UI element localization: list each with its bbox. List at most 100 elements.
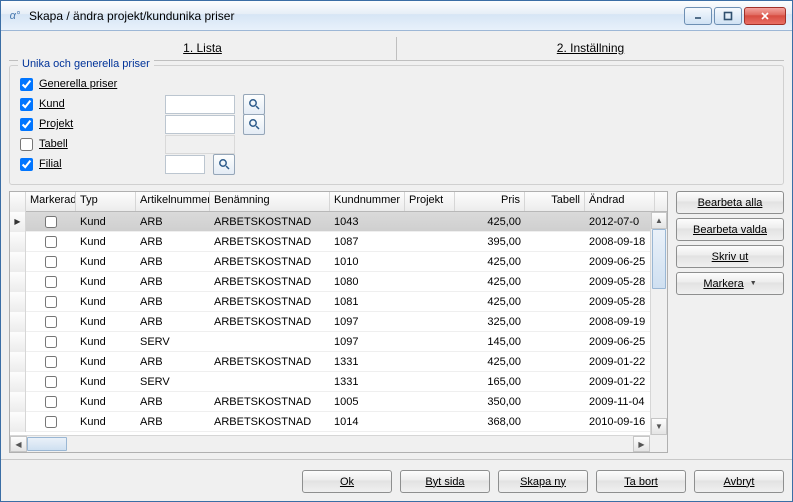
input-tabell <box>165 135 235 154</box>
row-checkbox[interactable] <box>45 316 57 328</box>
row-checkbox[interactable] <box>45 276 57 288</box>
input-kund[interactable] <box>165 95 235 114</box>
btn-ok[interactable]: Ok <box>302 470 392 493</box>
close-button[interactable] <box>744 7 786 25</box>
cell-benamning: ARBETSKOSTNAD <box>210 296 330 308</box>
row-checkbox[interactable] <box>45 216 57 228</box>
btn-ta-bort[interactable]: Ta bort <box>596 470 686 493</box>
hscroll-thumb[interactable] <box>27 437 67 451</box>
input-projekt[interactable] <box>165 115 235 134</box>
scroll-up-button[interactable]: ▲ <box>651 212 667 229</box>
row-checkbox[interactable] <box>45 356 57 368</box>
row-header[interactable] <box>10 232 26 252</box>
cell-typ: Kund <box>76 336 136 348</box>
col-typ[interactable]: Typ <box>76 192 136 211</box>
chk-generella[interactable] <box>20 78 33 91</box>
row-header[interactable] <box>10 412 26 432</box>
window-title: Skapa / ändra projekt/kundunika priser <box>29 9 684 23</box>
cell-markerad <box>26 396 76 408</box>
grid-header: Markerad Typ Artikelnummer Benämning Kun… <box>10 192 667 212</box>
lbl-tabell: Tabell <box>39 138 159 150</box>
row-header[interactable] <box>10 392 26 412</box>
cell-typ: Kund <box>76 316 136 328</box>
cell-kundnr: 1010 <box>330 256 405 268</box>
chk-filial[interactable] <box>20 158 33 171</box>
row-checkbox[interactable] <box>45 376 57 388</box>
col-markerad[interactable]: Markerad <box>26 192 76 211</box>
row-header[interactable] <box>10 332 26 352</box>
cell-typ: Kund <box>76 236 136 248</box>
scroll-down-button[interactable]: ▼ <box>651 418 667 435</box>
col-tabell[interactable]: Tabell <box>525 192 585 211</box>
row-header[interactable] <box>10 212 26 232</box>
lookup-kund[interactable] <box>243 94 265 115</box>
cell-andrad: 2009-01-22 <box>585 356 655 368</box>
action-sidebar: Bearbeta alla Bearbeta valda Skriv ut Ma… <box>676 191 784 453</box>
table-row[interactable]: KundARBARBETSKOSTNAD1005350,002009-11-04 <box>10 392 667 412</box>
vertical-scrollbar[interactable]: ▲ ▼ <box>650 212 667 435</box>
table-row[interactable]: KundARBARBETSKOSTNAD1010425,002009-06-25 <box>10 252 667 272</box>
row-header[interactable] <box>10 352 26 372</box>
row-checkbox[interactable] <box>45 396 57 408</box>
table-row[interactable]: KundARBARBETSKOSTNAD1043425,002012-07-0 <box>10 212 667 232</box>
scroll-right-button[interactable]: ▶ <box>633 436 650 452</box>
cell-pris: 425,00 <box>455 356 525 368</box>
chevron-down-icon: ▼ <box>750 280 757 287</box>
cell-kundnr: 1080 <box>330 276 405 288</box>
btn-skriv-ut[interactable]: Skriv ut <box>676 245 784 268</box>
table-row[interactable]: KundARBARBETSKOSTNAD1080425,002009-05-28 <box>10 272 667 292</box>
table-row[interactable]: KundARBARBETSKOSTNAD1081425,002009-05-28 <box>10 292 667 312</box>
scroll-left-button[interactable]: ◀ <box>10 436 27 452</box>
chk-projekt[interactable] <box>20 118 33 131</box>
row-checkbox[interactable] <box>45 256 57 268</box>
maximize-button[interactable] <box>714 7 742 25</box>
cell-kundnr: 1331 <box>330 376 405 388</box>
col-andrad[interactable]: Ändrad <box>585 192 655 211</box>
btn-bearbeta-alla[interactable]: Bearbeta alla <box>676 191 784 214</box>
lookup-projekt[interactable] <box>243 114 265 135</box>
cell-pris: 350,00 <box>455 396 525 408</box>
col-pris[interactable]: Pris <box>455 192 525 211</box>
cell-andrad: 2010-09-16 <box>585 416 655 428</box>
btn-markera[interactable]: Markera▼ <box>676 272 784 295</box>
cell-pris: 425,00 <box>455 256 525 268</box>
tab-lista[interactable]: 1. Lista <box>9 37 397 60</box>
cell-markerad <box>26 236 76 248</box>
table-row[interactable]: KundSERV1097145,002009-06-25 <box>10 332 667 352</box>
vscroll-thumb[interactable] <box>652 229 666 289</box>
input-filial[interactable] <box>165 155 205 174</box>
row-checkbox[interactable] <box>45 336 57 348</box>
btn-skapa-ny[interactable]: Skapa ny <box>498 470 588 493</box>
cell-typ: Kund <box>76 396 136 408</box>
titlebar[interactable]: α° Skapa / ändra projekt/kundunika prise… <box>1 1 792 31</box>
chk-tabell[interactable] <box>20 138 33 151</box>
cell-markerad <box>26 276 76 288</box>
table-row[interactable]: KundSERV1331165,002009-01-22 <box>10 372 667 392</box>
row-header[interactable] <box>10 292 26 312</box>
col-benamning[interactable]: Benämning <box>210 192 330 211</box>
row-checkbox[interactable] <box>45 296 57 308</box>
table-row[interactable]: KundARBARBETSKOSTNAD1331425,002009-01-22 <box>10 352 667 372</box>
lookup-filial[interactable] <box>213 154 235 175</box>
btn-bearbeta-valda[interactable]: Bearbeta valda <box>676 218 784 241</box>
btn-avbryt[interactable]: Avbryt <box>694 470 784 493</box>
col-artikelnr[interactable]: Artikelnummer <box>136 192 210 211</box>
btn-byt-sida[interactable]: Byt sida <box>400 470 490 493</box>
col-kundnr[interactable]: Kundnummer <box>330 192 405 211</box>
table-row[interactable]: KundARBARBETSKOSTNAD1097325,002008-09-19 <box>10 312 667 332</box>
cell-kundnr: 1097 <box>330 336 405 348</box>
table-row[interactable]: KundARBARBETSKOSTNAD1087395,002008-09-18 <box>10 232 667 252</box>
price-grid[interactable]: Markerad Typ Artikelnummer Benämning Kun… <box>9 191 668 453</box>
row-checkbox[interactable] <box>45 416 57 428</box>
minimize-button[interactable] <box>684 7 712 25</box>
row-header[interactable] <box>10 312 26 332</box>
row-header[interactable] <box>10 372 26 392</box>
row-checkbox[interactable] <box>45 236 57 248</box>
col-projekt[interactable]: Projekt <box>405 192 455 211</box>
tab-installning[interactable]: 2. Inställning <box>397 37 784 60</box>
chk-kund[interactable] <box>20 98 33 111</box>
horizontal-scrollbar[interactable]: ◀ ▶ <box>10 435 650 452</box>
row-header[interactable] <box>10 252 26 272</box>
table-row[interactable]: KundARBARBETSKOSTNAD1014368,002010-09-16 <box>10 412 667 432</box>
row-header[interactable] <box>10 272 26 292</box>
